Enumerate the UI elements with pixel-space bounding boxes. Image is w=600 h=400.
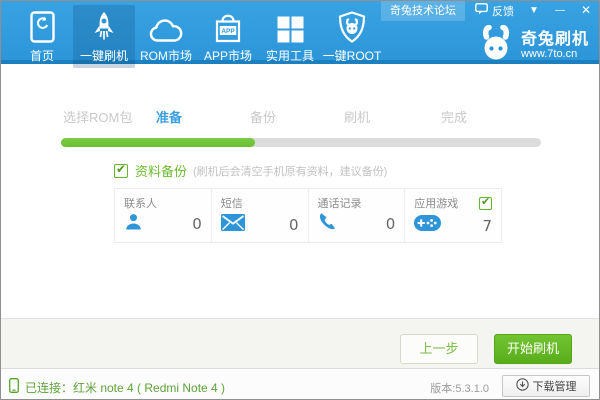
- call-log-count: 0: [386, 215, 396, 233]
- nav-label: 一键刷机: [80, 47, 128, 64]
- feedback-label: 反馈: [492, 3, 514, 19]
- step-backup: 备份: [250, 107, 276, 126]
- app-window: 奇兔技术论坛 反馈 ▼ — ✕ 首页 一键刷机 ROM市场: [0, 0, 600, 400]
- backup-col-games: 应用游戏 7: [405, 189, 501, 242]
- step-finish: 完成: [441, 107, 467, 126]
- download-icon: [516, 378, 529, 394]
- flash-steps: 选择ROM包 准备 备份 刷机 完成: [1, 107, 600, 127]
- menu-chevron-button[interactable]: ▼: [524, 2, 544, 19]
- backup-col-call-log: 通话记录 0: [309, 189, 406, 242]
- close-button[interactable]: ✕: [576, 2, 596, 19]
- app-bag-icon: APP: [213, 10, 243, 43]
- brand-name: 奇兔刷机: [521, 31, 589, 48]
- connection-text: 已连接：红米 note 4 ( Redmi Note 4 ): [25, 379, 225, 396]
- call-log-icon: [318, 212, 337, 236]
- nav-item-one-key-root[interactable]: 一键ROOT: [321, 5, 383, 68]
- progress-bar: [61, 138, 541, 147]
- feedback-button[interactable]: 反馈: [471, 3, 518, 19]
- titlebar: 奇兔技术论坛 反馈 ▼ — ✕: [381, 1, 596, 20]
- backup-option-row: 资料备份 (刷机后会清空手机原有资料，建议备份): [114, 161, 387, 180]
- download-manager-label: 下载管理: [533, 378, 577, 394]
- backup-note: (刷机后会清空手机原有资料，建议备份): [193, 163, 387, 179]
- col-label: 通话记录: [318, 195, 362, 211]
- progress-fill: [61, 138, 255, 147]
- col-label: 应用游戏: [414, 195, 458, 211]
- games-icon: [414, 215, 441, 236]
- nav-label: 一键ROOT: [323, 47, 382, 64]
- main-nav: 首页 一键刷机 ROM市场 APP APP市场 实用工具: [11, 5, 383, 68]
- sms-count: 0: [289, 216, 299, 234]
- rabbit-logo-icon: [478, 25, 514, 66]
- contacts-icon: [124, 212, 143, 236]
- version-label: 版本:5.3.1.0: [430, 380, 489, 396]
- footer-action-bar: 上一步 开始刷机: [1, 318, 599, 368]
- backup-checkbox-label[interactable]: 资料备份: [135, 161, 187, 180]
- nav-item-rom-market[interactable]: ROM市场: [135, 5, 197, 68]
- rocket-icon: [91, 10, 117, 43]
- status-bar: 已连接：红米 note 4 ( Redmi Note 4 ) 版本:5.3.1.…: [1, 368, 599, 400]
- brand-url: www.7to.cn: [521, 48, 589, 60]
- nav-item-tools[interactable]: 实用工具: [259, 5, 321, 68]
- cloud-icon: [149, 10, 183, 43]
- games-checkbox[interactable]: [479, 197, 492, 210]
- backup-checkbox[interactable]: [114, 164, 128, 178]
- nav-label: 首页: [30, 47, 54, 64]
- step-prepare: 准备: [156, 107, 182, 126]
- connection-status: 已连接：红米 note 4 ( Redmi Note 4 ): [9, 378, 225, 396]
- backup-col-sms: 短信 0: [212, 189, 309, 242]
- nav-item-one-key-flash[interactable]: 一键刷机: [73, 5, 135, 68]
- connected-phone-icon: [9, 378, 19, 396]
- brand-logo: 奇兔刷机 www.7to.cn: [478, 25, 589, 66]
- contacts-count: 0: [192, 215, 202, 233]
- speech-bubble-icon: [475, 3, 488, 18]
- nav-label: ROM市场: [140, 47, 192, 64]
- nav-item-app-market[interactable]: APP APP市场: [197, 5, 259, 68]
- col-label: 短信: [221, 195, 243, 211]
- step-flash: 刷机: [344, 107, 370, 126]
- start-flash-button[interactable]: 开始刷机: [494, 334, 572, 364]
- home-phone-refresh-icon: [30, 10, 55, 43]
- minimize-button[interactable]: —: [550, 2, 570, 19]
- games-count: 7: [482, 217, 492, 235]
- nav-item-home[interactable]: 首页: [11, 5, 73, 68]
- sms-icon: [221, 214, 245, 236]
- shield-rabbit-icon: [337, 10, 367, 43]
- svg-text:APP: APP: [221, 28, 235, 35]
- nav-label: APP市场: [204, 47, 252, 64]
- forum-link[interactable]: 奇兔技术论坛: [381, 0, 465, 21]
- col-label: 联系人: [124, 195, 157, 211]
- download-manager-button[interactable]: 下载管理: [502, 375, 590, 397]
- backup-col-contacts: 联系人 0: [115, 189, 212, 242]
- nav-label: 实用工具: [266, 47, 314, 64]
- backup-items-table: 联系人 0 短信 0 通话记录 0 应用游戏: [114, 188, 502, 243]
- step-select-rom: 选择ROM包: [63, 107, 132, 126]
- previous-step-button[interactable]: 上一步: [400, 334, 478, 364]
- grid-icon: [277, 10, 304, 43]
